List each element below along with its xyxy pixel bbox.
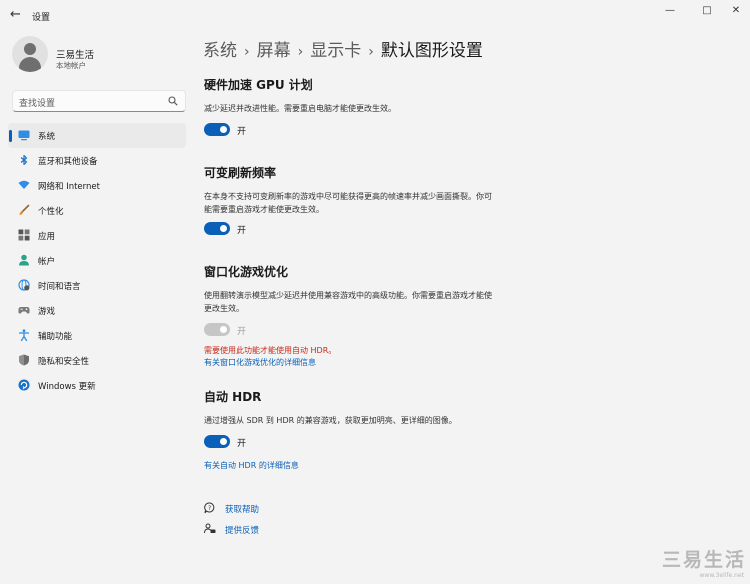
brush-icon	[19, 204, 30, 215]
sidebar-item-label: 隐私和安全性	[38, 357, 90, 367]
gpu-scheduling-toggle-label: 开	[237, 127, 247, 137]
auto-hdr-requirement-warning: 需要使用此功能才能使用自动 HDR。	[204, 346, 337, 355]
monitor-icon	[18, 130, 30, 141]
bluetooth-icon	[20, 154, 28, 166]
gpu-scheduling-title: 硬件加速 GPU 计划	[204, 78, 313, 92]
windowed-optimization-more-info-link[interactable]: 有关窗口化游戏优化的详细信息	[204, 357, 316, 368]
sidebar-item-system[interactable]: 系统	[8, 123, 186, 148]
nav-list: 系统 蓝牙和其他设备 网络和 Internet 个性化 应用 帐户 时间和语言 …	[8, 123, 186, 398]
windowed-optimization-toggle	[204, 323, 230, 336]
breadcrumb: 系统 › 屏幕 › 显示卡 › 默认图形设置	[203, 36, 483, 61]
sidebar-item-network[interactable]: 网络和 Internet	[8, 173, 186, 198]
vrr-description: 在本身不支持可变刷新率的游戏中尽可能获得更高的帧速率并减少画面撕裂。你可能需要重…	[204, 192, 492, 214]
sidebar-item-label: 个性化	[38, 207, 64, 217]
breadcrumb-item-graphics[interactable]: 显示卡	[310, 41, 361, 61]
main-content: 系统 › 屏幕 › 显示卡 › 默认图形设置 硬件加速 GPU 计划 减少延迟并改进性能。需…	[195, 32, 750, 584]
sidebar-item-accessibility[interactable]: 辅助功能	[8, 323, 186, 348]
wifi-icon	[18, 180, 30, 189]
sidebar-item-time-language[interactable]: 时间和语言	[8, 273, 186, 298]
auto-hdr-toggle-label: 开	[237, 439, 247, 449]
avatar	[12, 36, 48, 72]
help-icon: ?	[204, 502, 215, 514]
user-name: 三易生活	[56, 50, 95, 61]
app-title: 设置	[32, 13, 51, 23]
auto-hdr-more-info-link[interactable]: 有关自动 HDR 的详细信息	[204, 460, 299, 471]
sidebar-item-label: 应用	[38, 232, 56, 242]
auto-hdr-toggle[interactable]	[204, 435, 230, 448]
sidebar-item-label: 蓝牙和其他设备	[38, 157, 98, 167]
breadcrumb-separator: ›	[297, 44, 304, 60]
vrr-toggle[interactable]	[204, 222, 230, 235]
windowed-optimization-description: 使用翻转演示模型减少延迟并使用兼容游戏中的高级功能。你需要重启游戏才能使更改生效…	[204, 291, 492, 313]
sidebar-item-label: 系统	[38, 132, 56, 142]
back-button[interactable]: ←	[10, 8, 24, 22]
breadcrumb-separator: ›	[244, 44, 250, 60]
sidebar-item-gaming[interactable]: 游戏	[8, 298, 186, 323]
search-placeholder: 查找设置	[19, 99, 56, 109]
search-icon	[168, 96, 178, 106]
give-feedback-label: 提供反馈	[225, 526, 260, 536]
sidebar-item-accounts[interactable]: 帐户	[8, 248, 186, 273]
sidebar-item-windows-update[interactable]: Windows 更新	[8, 373, 186, 398]
sidebar-item-bluetooth[interactable]: 蓝牙和其他设备	[8, 148, 186, 173]
close-button[interactable]: ✕	[724, 4, 748, 18]
sidebar-item-personalization[interactable]: 个性化	[8, 198, 186, 223]
auto-hdr-title: 自动 HDR	[204, 390, 262, 404]
gpu-scheduling-toggle[interactable]	[204, 123, 230, 136]
shield-icon	[19, 354, 29, 366]
minimize-button[interactable]: —	[658, 4, 682, 18]
accessibility-icon	[18, 329, 30, 341]
sidebar-item-label: 帐户	[38, 257, 56, 267]
sidebar-item-label: 辅助功能	[38, 332, 73, 342]
breadcrumb-separator: ›	[368, 44, 374, 60]
gpu-scheduling-description: 减少延迟并改进性能。需要重启电脑才能使更改生效。	[204, 104, 396, 113]
auto-hdr-description: 通过增强从 SDR 到 HDR 的兼容游戏，获取更加明亮、更详细的图像。	[204, 416, 457, 425]
vrr-title: 可变刷新频率	[204, 166, 277, 180]
maximize-button[interactable]: □	[695, 4, 719, 18]
watermark-url: www.3elife.net	[699, 572, 744, 579]
svg-text:?: ?	[208, 505, 211, 512]
breadcrumb-item-system[interactable]: 系统	[203, 41, 237, 61]
sidebar: 三易生活 本地帐户 查找设置 系统 蓝牙和其他设备 网络和 Internet 个…	[0, 32, 195, 584]
windowed-optimization-toggle-label: 开	[237, 327, 247, 337]
get-help-label: 获取帮助	[225, 505, 260, 515]
vrr-toggle-label: 开	[237, 226, 247, 236]
watermark: 三易生活 www.3elife.net	[652, 545, 750, 584]
gamepad-icon	[18, 307, 30, 314]
update-icon	[18, 379, 30, 391]
sidebar-item-label: Windows 更新	[38, 382, 96, 392]
globe-clock-icon	[18, 279, 30, 291]
watermark-text: 三易生活	[661, 549, 746, 571]
title-bar: ← 设置 — □ ✕	[0, 0, 750, 32]
page-title: 默认图形设置	[380, 41, 483, 61]
sidebar-item-label: 网络和 Internet	[38, 182, 100, 192]
breadcrumb-item-display[interactable]: 屏幕	[257, 41, 291, 61]
sidebar-item-label: 时间和语言	[38, 282, 81, 292]
apps-icon	[18, 229, 30, 241]
search-input[interactable]: 查找设置	[12, 90, 186, 112]
user-account-type: 本地帐户	[56, 61, 86, 70]
person-icon	[19, 254, 29, 266]
sidebar-item-label: 游戏	[38, 307, 56, 317]
sidebar-item-apps[interactable]: 应用	[8, 223, 186, 248]
windowed-optimization-title: 窗口化游戏优化	[204, 265, 289, 279]
sidebar-item-privacy[interactable]: 隐私和安全性	[8, 348, 186, 373]
feedback-icon	[204, 523, 216, 534]
